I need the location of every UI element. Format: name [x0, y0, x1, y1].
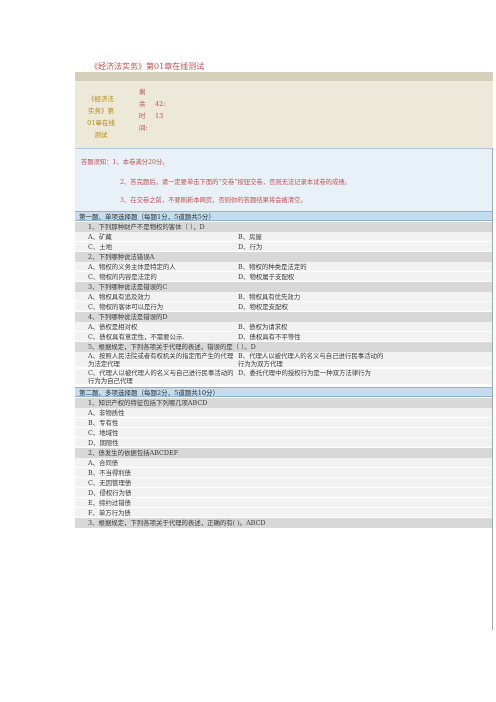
option-e[interactable]: E、缔约过错债 [88, 498, 131, 508]
question-text: 3、根据规定，下列各项关于代理的表述，正确的有( )。ABCD [88, 519, 266, 527]
option-row: C、债权具有意定性，不需要公示. D、债权具有不平等性 [75, 332, 493, 342]
option-a[interactable]: A、物权具有追及效力 [88, 292, 150, 302]
question-text: 2、债发生的依据包括ABCDEF [88, 449, 179, 457]
option-b[interactable]: B、代理人以被代理人的名义与自己进行民事活动的行为为双方代理 [238, 352, 384, 368]
option-row[interactable]: B、专有性 [75, 418, 493, 428]
notice-box: 答题须知：1、本卷满分20分。 2、答完题后，请一定要单击下面的“交卷”按钮交卷… [75, 148, 493, 211]
option-c[interactable]: C、物权的内容是法定的 [88, 272, 157, 282]
notice-line-1: 答题须知：1、本卷满分20分。 [81, 159, 169, 166]
option-row: C、物权的内容是法定的 D、物权属于支配权 [75, 272, 493, 282]
question-row: 4、下列哪种说法是错误的D [75, 312, 493, 322]
notice-line-3: 3、在交卷之前，不要刷新本网页，否则你的答题结果将会被清空。 [120, 197, 307, 204]
option-a[interactable]: A、矿藏 [88, 232, 112, 242]
option-row[interactable]: A、非物质性 [75, 408, 493, 418]
option-row[interactable]: D、期限性 [75, 438, 493, 448]
question-row: 3、根据规定，下列各项关于代理的表述，正确的有( )。ABCD [75, 518, 493, 528]
option-c[interactable]: C、地域性 [88, 428, 118, 438]
timer-minutes: 42: [155, 100, 166, 108]
timer-seconds: 13 [155, 112, 164, 120]
question-text: 1、知识产权的特征包括下列哪几项ABCD [88, 399, 208, 407]
option-d[interactable]: D、行为 [238, 242, 262, 252]
option-row[interactable]: C、地域性 [75, 428, 493, 438]
option-a[interactable]: A、按照人民法院或者有权机关的指定而产生的代理为法定代理 [88, 352, 234, 368]
question-row: 1、知识产权的特征包括下列哪几项ABCD [75, 398, 493, 408]
option-c[interactable]: C、债权具有意定性，不需要公示. [88, 332, 184, 342]
section-header-multiple-choice: 第二题、多项选择题（每题2分，5道题共10分） [75, 387, 493, 397]
question-text: 3、下列哪种说法是错误的C [88, 283, 168, 291]
option-row: A、债权是相对权 B、债权为请求权 [75, 322, 493, 332]
option-row: A、矿藏 B、房屋 [75, 232, 493, 242]
option-b[interactable]: B、物权具有优先效力 [238, 292, 300, 302]
option-row[interactable]: B、不当得利债 [75, 468, 493, 478]
option-row[interactable]: E、缔约过错债 [75, 498, 493, 508]
option-row: A、物权具有追及效力 B、物权具有优先效力 [75, 292, 493, 302]
option-row: A、按照人民法院或者有权机关的指定而产生的代理为法定代理 B、代理人以被代理人的… [75, 352, 493, 368]
option-row: A、物权的义务主体是特定的人 B、物权的种类是法定的 [75, 262, 493, 272]
option-c[interactable]: C、无因管理债 [88, 478, 131, 488]
option-d[interactable]: D、物权是支配权 [238, 302, 288, 312]
option-d[interactable]: D、期限性 [88, 438, 119, 448]
option-d[interactable]: D、物权属于支配权 [238, 272, 294, 282]
question-row: 1、下列那种财产不是物权的客体（ ），D [75, 222, 493, 232]
question-row: 3、下列哪种说法是错误的C [75, 282, 493, 292]
option-b[interactable]: B、物权的种类是法定的 [238, 262, 307, 272]
exam-top-bar: 《经济法实务》第01章在线测试 剩余时间: 42: 13 [75, 72, 493, 148]
top-bar-strip [75, 72, 493, 81]
option-row[interactable]: D、侵权行为债 [75, 488, 493, 498]
option-row[interactable]: A、合同债 [75, 458, 493, 468]
question-text: 1、下列那种财产不是物权的客体（ ），D [88, 223, 205, 231]
option-f[interactable]: F、单方行为债 [88, 508, 131, 518]
exam-name: 《经济法实务》第01章在线测试 [87, 95, 115, 139]
timer-label: 剩余时间: [139, 88, 148, 132]
option-row[interactable]: F、单方行为债 [75, 508, 493, 518]
option-a[interactable]: A、非物质性 [88, 408, 125, 418]
option-a[interactable]: A、债权是相对权 [88, 322, 137, 332]
option-row: C、物权的客体可以是行为 D、物权是支配权 [75, 302, 493, 312]
option-c[interactable]: C、土地 [88, 242, 112, 252]
question-row: 2、债发生的依据包括ABCDEF [75, 448, 493, 458]
option-row[interactable]: C、无因管理债 [75, 478, 493, 488]
option-c[interactable]: C、物权的客体可以是行为 [88, 302, 163, 312]
option-b[interactable]: B、专有性 [88, 418, 118, 428]
question-text: 5、根据规定，下列各项关于代理的表述，错误的是（ ）。D [88, 343, 256, 351]
option-a[interactable]: A、物权的义务主体是特定的人 [88, 262, 176, 272]
option-b[interactable]: B、不当得利债 [88, 468, 131, 478]
option-a[interactable]: A、合同债 [88, 458, 118, 468]
section-header-single-choice: 第一题、单项选择题（每题1分，5道题共5分） [75, 211, 493, 221]
option-row: C、代理人以被代理人的名义与自己进行民事活动的行为为自己代理 D、委托代理中的授… [75, 369, 493, 385]
notice-line-2: 2、答完题后，请一定要单击下面的“交卷”按钮交卷，否则无法记录本试卷的成绩。 [120, 179, 351, 186]
option-row: C、土地 D、行为 [75, 242, 493, 252]
option-b[interactable]: B、债权为请求权 [238, 322, 287, 332]
option-d[interactable]: D、债权具有不平等性 [238, 332, 301, 342]
option-d[interactable]: D、委托代理中的授权行为是一种双方法律行为 [238, 369, 384, 377]
option-c[interactable]: C、代理人以被代理人的名义与自己进行民事活动的行为为自己代理 [88, 369, 234, 385]
question-text: 4、下列哪种说法是错误的D [88, 313, 168, 321]
question-text: 2、下列哪种说法错误A [88, 253, 155, 261]
question-row: 5、根据规定，下列各项关于代理的表述，错误的是（ ）。D [75, 342, 493, 352]
question-row: 2、下列哪种说法错误A [75, 252, 493, 262]
right-border [492, 148, 493, 630]
option-b[interactable]: B、房屋 [238, 232, 262, 242]
document-title: 《经济法实务》第01章在线测试 [90, 62, 205, 71]
option-d[interactable]: D、侵权行为债 [88, 488, 131, 498]
